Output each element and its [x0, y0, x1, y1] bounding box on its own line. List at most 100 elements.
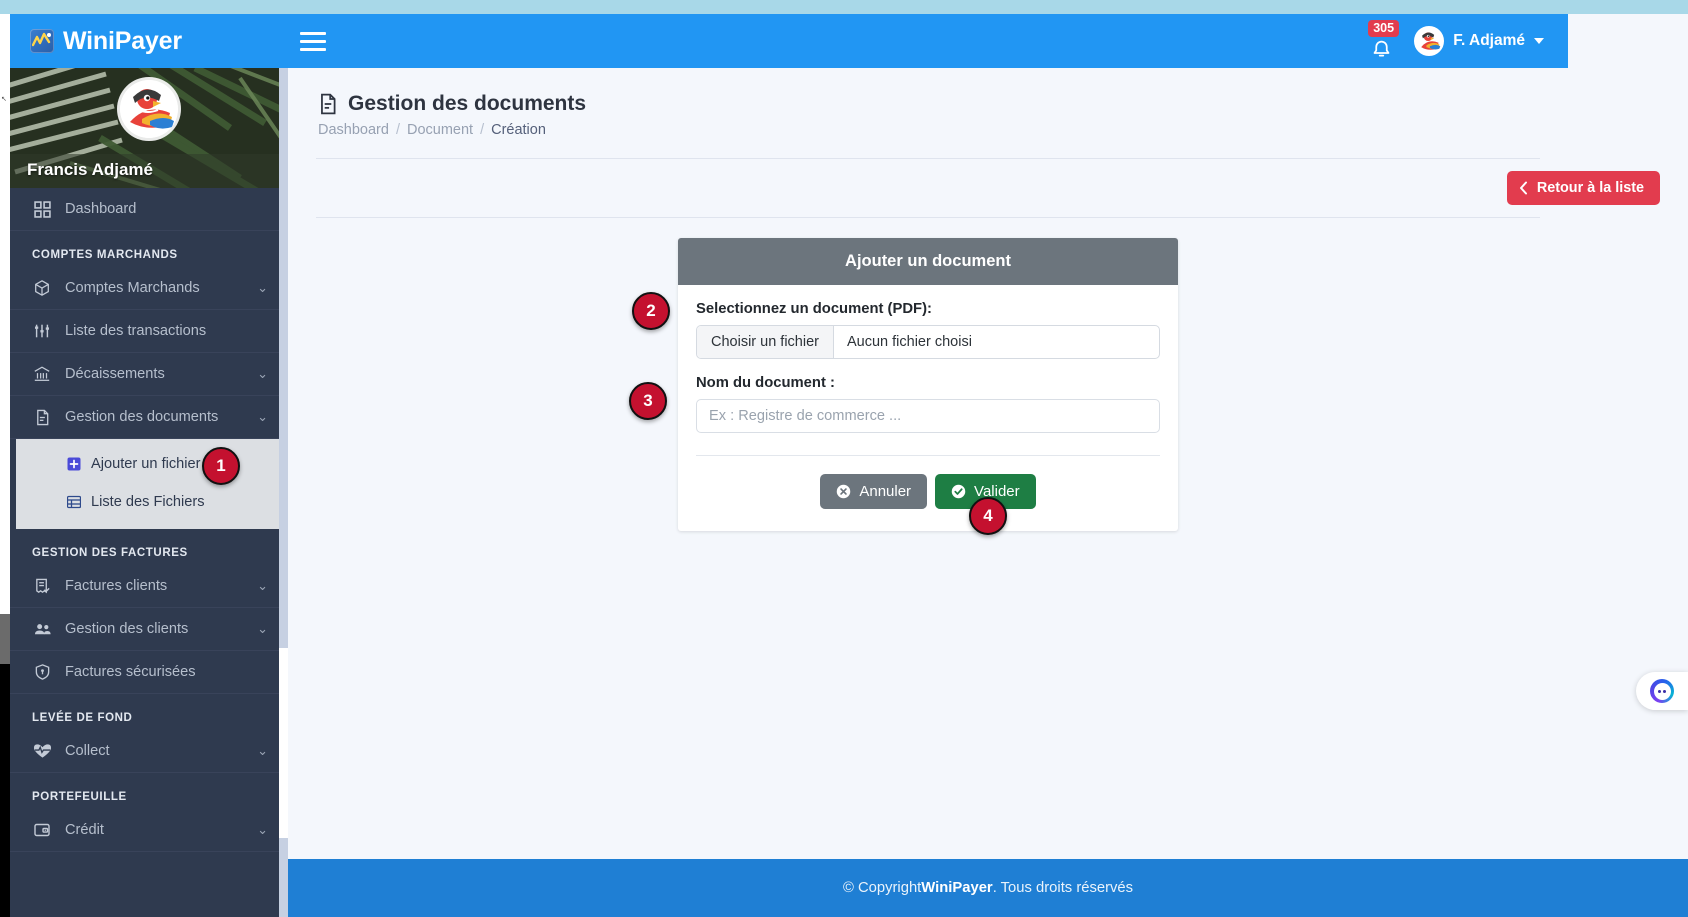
- step-marker-3: 3: [629, 382, 667, 420]
- sidebar-section-levee-de-fond: LEVÉE DE FOND: [32, 712, 133, 724]
- sidebar-item-factures-securisees[interactable]: Factures sécurisées: [10, 651, 288, 694]
- sidebar-item-collect[interactable]: Collect ⌄: [10, 730, 288, 773]
- sidebar-section-gestion-des-factures: GESTION DES FACTURES: [32, 547, 188, 559]
- plus-square-icon: [66, 456, 82, 472]
- sidebar-item-liste-transactions[interactable]: Liste des transactions: [10, 310, 288, 353]
- shield-lock-icon: [32, 662, 52, 682]
- sidebar-item-credit[interactable]: Crédit ⌄: [10, 809, 288, 852]
- hamburger-bar: [300, 31, 326, 35]
- choose-file-button[interactable]: Choisir un fichier: [697, 326, 834, 358]
- user-menu[interactable]: F. Adjamé: [1414, 26, 1544, 56]
- hamburger-bar: [300, 39, 326, 43]
- file-field-label: Selectionnez un document (PDF):: [696, 301, 932, 317]
- step-marker-2: 2: [632, 292, 670, 330]
- chrome-strip-top: [0, 0, 10, 14]
- breadcrumb-dashboard[interactable]: Dashboard: [318, 122, 389, 138]
- field-spacer: [696, 359, 1160, 375]
- document-name-input[interactable]: [696, 399, 1160, 433]
- profile-avatar[interactable]: [120, 80, 178, 138]
- sidebar-item-decaissements[interactable]: Décaissements ⌄: [10, 353, 288, 396]
- chevron-down-icon: ⌄: [257, 621, 268, 636]
- chat-bubble-icon: [1650, 679, 1674, 703]
- back-to-list-label: Retour à la liste: [1536, 180, 1644, 196]
- step-marker-1: 1: [202, 447, 240, 485]
- chat-bubble-face: [1653, 682, 1671, 700]
- main-content: Gestion des documents Dashboard / Docume…: [288, 68, 1660, 917]
- sidebar-item-comptes-marchands[interactable]: Comptes Marchands ⌄: [10, 267, 288, 310]
- back-to-list-button[interactable]: Retour à la liste: [1506, 171, 1660, 205]
- chevron-left-icon: [1519, 181, 1527, 195]
- chevron-down-icon: ⌄: [257, 743, 268, 758]
- circle-check-icon: [951, 484, 966, 499]
- chevron-down-icon: [1534, 38, 1544, 44]
- chrome-scrollbar-thumb[interactable]: [0, 614, 10, 664]
- sidebar-section-portefeuille: PORTEFEUILLE: [32, 791, 127, 803]
- sidebar-item-dashboard[interactable]: Dashboard: [10, 188, 288, 231]
- sidebar-item-label: Décaissements: [65, 366, 165, 382]
- sidebar-item-label: Gestion des clients: [65, 621, 189, 637]
- sidebar-item-label: Factures clients: [65, 578, 168, 594]
- page-title: Gestion des documents: [318, 92, 1538, 116]
- brand-name: WiniPayer: [63, 26, 182, 55]
- chevron-down-icon: ⌄: [257, 280, 268, 295]
- page-right-gutter: [1568, 14, 1688, 859]
- breadcrumb: Dashboard / Document / Création: [318, 122, 1538, 138]
- wallet-icon: [32, 820, 52, 840]
- breadcrumb-separator: /: [480, 122, 485, 138]
- sidebar-item-label: Comptes Marchands: [65, 280, 200, 296]
- cancel-button[interactable]: Annuler: [820, 474, 928, 509]
- step-marker-4: 4: [969, 497, 1007, 535]
- profile-avatar-parrot: [120, 80, 178, 138]
- document-text-icon: [321, 93, 336, 115]
- header-right-actions: 305 F. Adjamé: [1364, 20, 1568, 60]
- hamburger-bar: [300, 47, 326, 51]
- toolbar: Retour à la liste: [288, 159, 1660, 205]
- sidebar-item-label: Gestion des documents: [65, 409, 219, 425]
- users-icon: [32, 619, 52, 639]
- sidebar-item-ajouter-un-fichier[interactable]: Ajouter un fichier: [16, 445, 282, 483]
- avatar: [1414, 26, 1445, 56]
- footer-brand: WiniPayer: [921, 880, 993, 896]
- file-status-text: Aucun fichier choisi: [847, 334, 972, 350]
- sidebar-item-factures-clients[interactable]: Factures clients ⌄: [10, 565, 288, 608]
- winipayer-logo-icon: [30, 29, 54, 53]
- brand-block[interactable]: WiniPayer: [10, 27, 288, 56]
- sidebar-subitem-label: Liste des Fichiers: [91, 494, 205, 510]
- add-document-card: Ajouter un document Selectionnez un docu…: [678, 238, 1178, 531]
- sidebar-item-label: Liste des transactions: [65, 323, 207, 339]
- sidebar-submenu-documents: Ajouter un fichier Liste des Fichiers: [16, 439, 282, 529]
- bank-icon: [32, 364, 52, 384]
- breadcrumb-document[interactable]: Document: [407, 122, 473, 138]
- chevron-down-icon: ⌄: [257, 409, 268, 424]
- notification-badge: 305: [1368, 20, 1400, 37]
- file-input-group[interactable]: Choisir un fichier Aucun fichier choisi: [696, 325, 1160, 359]
- notifications-button[interactable]: 305: [1364, 20, 1400, 60]
- sidebar-item-liste-des-fichiers[interactable]: Liste des Fichiers: [16, 483, 282, 521]
- sidebar-item-label: Dashboard: [65, 201, 137, 217]
- chat-eye-right: [1663, 689, 1666, 693]
- card-actions: Annuler Valider: [696, 456, 1160, 509]
- top-header-bar: WiniPayer 305 F. Adjamé: [10, 14, 1568, 68]
- footer-suffix: . Tous droits réservés: [992, 880, 1134, 896]
- chrome-strip-track[interactable]: [0, 14, 10, 614]
- sidebar-scrollbar-thumb[interactable]: [279, 648, 288, 838]
- sidebar-item-gestion-des-clients[interactable]: Gestion des clients ⌄: [10, 608, 288, 651]
- chat-eye-left: [1658, 689, 1661, 693]
- sidebar-item-label: Crédit: [65, 822, 104, 838]
- grid-dashboard-icon: [32, 199, 52, 219]
- breadcrumb-separator: /: [395, 122, 400, 138]
- chevron-down-icon: ⌄: [257, 366, 268, 381]
- chrome-arrow-icon: ↖: [1, 96, 7, 103]
- page-footer: © Copyright WiniPayer . Tous droits rése…: [288, 859, 1688, 917]
- card-container: Ajouter un document Selectionnez un docu…: [288, 218, 1568, 531]
- hamburger-menu-icon[interactable]: [300, 24, 334, 58]
- sidebar-scroll-area: Dashboard COMPTES MARCHANDS Comptes Marc…: [10, 188, 288, 917]
- sidebar: Francis Adjamé Dashboard COMPTES MARCHAN…: [10, 68, 288, 917]
- sidebar-item-gestion-des-documents[interactable]: Gestion des documents ⌄: [10, 396, 288, 439]
- sidebar-item-label: Factures sécurisées: [65, 664, 196, 680]
- footer-prefix: © Copyright: [842, 880, 922, 896]
- sidebar-section-comptes-marchands: COMPTES MARCHANDS: [32, 249, 178, 261]
- document-icon: [32, 407, 52, 427]
- chat-widget-button[interactable]: [1636, 672, 1688, 710]
- box-icon: [32, 278, 52, 298]
